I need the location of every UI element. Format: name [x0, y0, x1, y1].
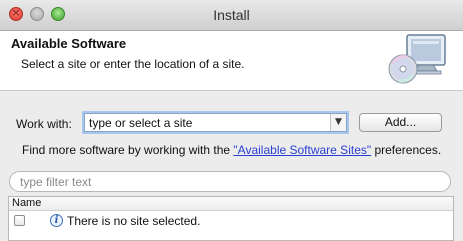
add-site-button[interactable]: Add... — [359, 113, 442, 132]
column-header-name[interactable]: Name — [12, 197, 41, 209]
window-title: Install — [213, 7, 250, 23]
table-row[interactable]: i There is no site selected. — [9, 212, 453, 230]
banner-title: Available Software — [11, 36, 127, 51]
table-header[interactable]: Name — [9, 197, 453, 211]
wizard-banner: Available Software Select a site or ente… — [0, 31, 463, 91]
banner-description: Select a site or enter the location of a… — [21, 57, 245, 71]
work-with-label: Work with: — [16, 117, 72, 131]
work-with-combobox[interactable]: type or select a site ▼ — [84, 113, 347, 132]
available-software-sites-link[interactable]: "Available Software Sites" — [233, 143, 371, 157]
title-bar[interactable]: × Install — [0, 0, 463, 31]
find-more-text: Find more software by working with the "… — [22, 143, 441, 157]
chevron-down-icon[interactable]: ▼ — [330, 114, 346, 131]
info-icon: i — [50, 214, 63, 227]
monitor-cd-icon — [388, 34, 446, 84]
filter-field[interactable] — [9, 171, 451, 192]
software-table[interactable]: Name i There is no site selected. — [8, 196, 454, 241]
filter-input[interactable] — [20, 174, 440, 189]
row-text: There is no site selected. — [67, 214, 201, 228]
find-more-prefix: Find more software by working with the — [22, 143, 234, 157]
work-with-value[interactable]: type or select a site — [89, 116, 192, 130]
find-more-suffix: preferences. — [371, 143, 442, 157]
row-checkbox[interactable] — [14, 215, 25, 226]
